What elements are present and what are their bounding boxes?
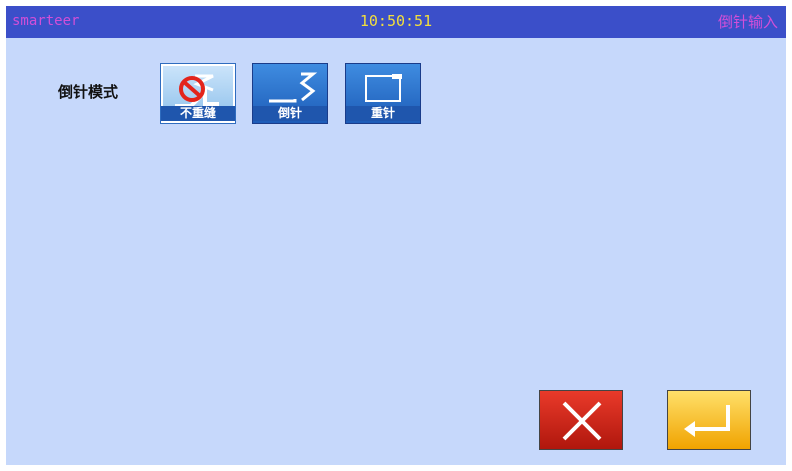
repeat-stitch-label: 重针: [346, 106, 420, 121]
cancel-button[interactable]: [539, 390, 623, 450]
backstitch-mode-label: 倒针模式: [58, 83, 119, 101]
clock: 10:50:51: [359, 12, 433, 30]
title-bar: smarteer 10:50:51 倒针输入: [6, 6, 786, 38]
enter-return-icon: [684, 405, 730, 437]
reverse-stitch-button[interactable]: 倒针: [252, 63, 328, 124]
no-restitch-label: 不重缝: [161, 106, 235, 121]
screen-title: 倒针输入: [717, 13, 778, 31]
reverse-stitch-label: 倒针: [253, 106, 327, 121]
no-restitch-button[interactable]: 不重缝: [160, 63, 236, 124]
confirm-button[interactable]: [667, 390, 751, 450]
screen: smarteer 10:50:51 倒针输入 倒针模式 不重缝 倒针 重针: [6, 6, 786, 465]
repeat-stitch-button[interactable]: 重针: [345, 63, 421, 124]
close-icon: [562, 401, 602, 441]
